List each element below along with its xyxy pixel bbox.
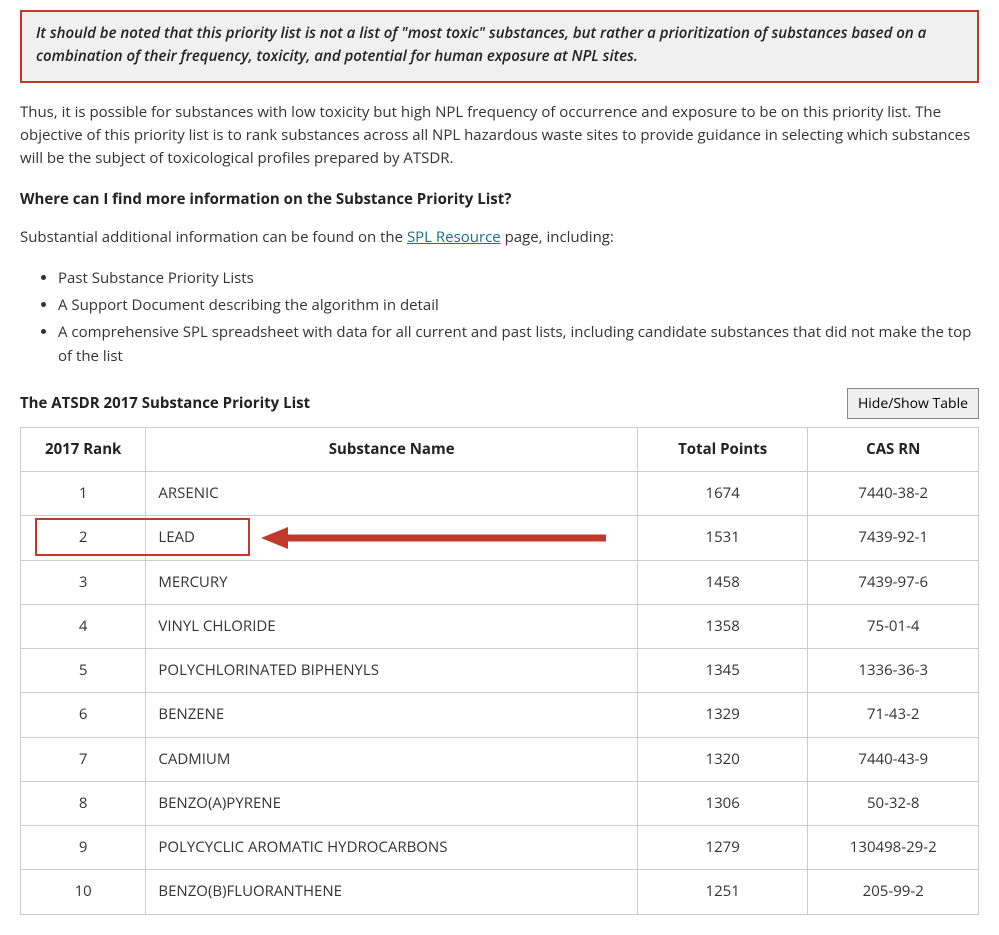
cell-points: 1674 (637, 472, 808, 516)
cell-rank: 7 (21, 737, 146, 781)
col-header-cas: CAS RN (808, 427, 979, 471)
table-wrapper: 2017 Rank Substance Name Total Points CA… (20, 427, 979, 915)
cell-points: 1320 (637, 737, 808, 781)
table-row: 6BENZENE132971-43-2 (21, 693, 979, 737)
table-header-row: 2017 Rank Substance Name Total Points CA… (21, 427, 979, 471)
cell-name: POLYCYCLIC AROMATIC HYDROCARBONS (146, 826, 638, 870)
table-row: 4VINYL CHLORIDE135875-01-4 (21, 604, 979, 648)
cell-cas: 1336-36-3 (808, 649, 979, 693)
list-item: A comprehensive SPL spreadsheet with dat… (58, 321, 979, 368)
table-title: The ATSDR 2017 Substance Priority List (20, 392, 310, 415)
priority-note-callout: It should be noted that this priority li… (20, 10, 979, 83)
cell-rank: 8 (21, 781, 146, 825)
cell-rank: 3 (21, 560, 146, 604)
list-item: A Support Document describing the algori… (58, 294, 979, 317)
cell-points: 1306 (637, 781, 808, 825)
cell-name: ARSENIC (146, 472, 638, 516)
resource-pre: Substantial additional information can b… (20, 227, 407, 247)
cell-cas: 7440-43-9 (808, 737, 979, 781)
table-row: 7CADMIUM13207440-43-9 (21, 737, 979, 781)
col-header-rank: 2017 Rank (21, 427, 146, 471)
cell-name: BENZO(A)PYRENE (146, 781, 638, 825)
resource-list: Past Substance Priority Lists A Support … (40, 267, 979, 368)
cell-points: 1329 (637, 693, 808, 737)
cell-cas: 75-01-4 (808, 604, 979, 648)
cell-cas: 130498-29-2 (808, 826, 979, 870)
cell-points: 1251 (637, 870, 808, 914)
resource-post: page, including: (501, 227, 614, 247)
spl-resource-link[interactable]: SPL Resource (407, 227, 501, 247)
cell-points: 1279 (637, 826, 808, 870)
cell-rank: 2 (21, 516, 146, 560)
cell-name: MERCURY (146, 560, 638, 604)
more-info-heading: Where can I find more information on the… (20, 188, 979, 211)
cell-cas: 7440-38-2 (808, 472, 979, 516)
cell-points: 1531 (637, 516, 808, 560)
intro-paragraph: Thus, it is possible for substances with… (20, 101, 979, 171)
table-row: 9POLYCYCLIC AROMATIC HYDROCARBONS1279130… (21, 826, 979, 870)
cell-rank: 5 (21, 649, 146, 693)
table-row: 5POLYCHLORINATED BIPHENYLS13451336-36-3 (21, 649, 979, 693)
cell-name: BENZO(B)FLUORANTHENE (146, 870, 638, 914)
cell-name: POLYCHLORINATED BIPHENYLS (146, 649, 638, 693)
table-row: 1ARSENIC16747440-38-2 (21, 472, 979, 516)
cell-cas: 7439-92-1 (808, 516, 979, 560)
substance-priority-table: 2017 Rank Substance Name Total Points CA… (20, 427, 979, 915)
cell-cas: 7439-97-6 (808, 560, 979, 604)
cell-cas: 50-32-8 (808, 781, 979, 825)
cell-points: 1358 (637, 604, 808, 648)
cell-name: VINYL CHLORIDE (146, 604, 638, 648)
col-header-name: Substance Name (146, 427, 638, 471)
list-item: Past Substance Priority Lists (58, 267, 979, 290)
table-row: 8BENZO(A)PYRENE130650-32-8 (21, 781, 979, 825)
cell-rank: 4 (21, 604, 146, 648)
col-header-points: Total Points (637, 427, 808, 471)
resource-paragraph: Substantial additional information can b… (20, 226, 979, 249)
table-row: 2LEAD15317439-92-1 (21, 516, 979, 560)
cell-points: 1458 (637, 560, 808, 604)
table-row: 3MERCURY14587439-97-6 (21, 560, 979, 604)
cell-rank: 10 (21, 870, 146, 914)
cell-cas: 71-43-2 (808, 693, 979, 737)
cell-cas: 205-99-2 (808, 870, 979, 914)
table-header-bar: The ATSDR 2017 Substance Priority List H… (20, 388, 979, 419)
cell-points: 1345 (637, 649, 808, 693)
cell-name: LEAD (146, 516, 638, 560)
cell-rank: 6 (21, 693, 146, 737)
cell-name: BENZENE (146, 693, 638, 737)
callout-text: It should be noted that this priority li… (36, 23, 926, 66)
cell-rank: 9 (21, 826, 146, 870)
hide-show-table-button[interactable]: Hide/Show Table (847, 388, 979, 419)
table-row: 10BENZO(B)FLUORANTHENE1251205-99-2 (21, 870, 979, 914)
cell-rank: 1 (21, 472, 146, 516)
cell-name: CADMIUM (146, 737, 638, 781)
